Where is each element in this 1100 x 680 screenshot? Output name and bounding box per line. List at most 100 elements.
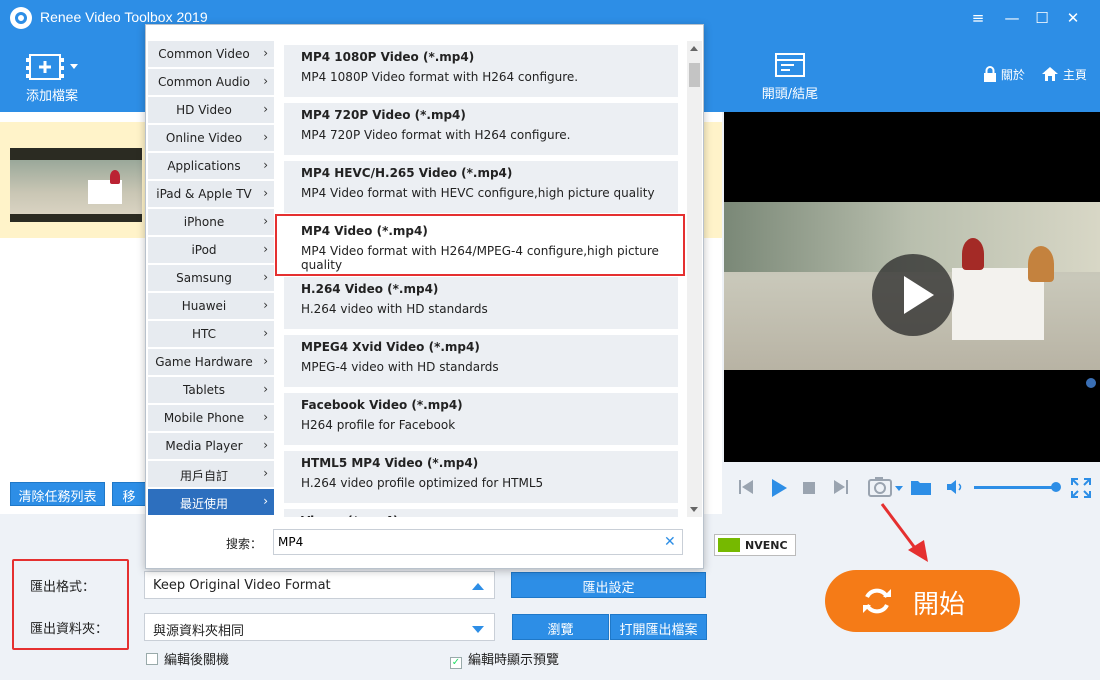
category-label: Applications — [167, 159, 241, 173]
category-item[interactable]: Common Audio › — [148, 69, 274, 96]
clear-search-icon[interactable]: ✕ — [664, 534, 676, 550]
format-item[interactable]: Vimeo (*.mp4) — [284, 509, 678, 517]
category-label: Common Audio — [158, 75, 250, 89]
lock-icon — [984, 66, 996, 82]
category-label: HD Video — [176, 103, 232, 117]
category-item[interactable]: iPod › — [148, 237, 274, 264]
category-label: Huawei — [181, 299, 227, 313]
category-item[interactable]: HTC › — [148, 321, 274, 348]
format-item[interactable]: H.264 Video (*.mp4) H.264 video with HD s… — [284, 277, 678, 329]
menu-icon[interactable]: ≡ — [968, 8, 988, 28]
volume-icon[interactable] — [946, 479, 966, 495]
folder-icon[interactable] — [910, 478, 932, 496]
add-file-label: 添加檔案 — [25, 89, 78, 104]
add-file-button[interactable]: 添加檔案 — [20, 52, 84, 104]
format-list: MP4 1080P Video (*.mp4) MP4 1080P Video f… — [274, 41, 684, 517]
volume-slider-handle[interactable] — [1051, 482, 1061, 492]
scroll-up-icon[interactable] — [690, 46, 698, 51]
category-label: 用戶自訂 — [179, 469, 228, 483]
category-label: iPad & Apple TV — [156, 187, 252, 201]
category-label: iPhone — [183, 215, 225, 229]
category-item[interactable]: Applications › — [148, 153, 274, 180]
category-item[interactable]: Online Video › — [148, 125, 274, 152]
show-preview-checkbox[interactable]: ✓ 編輯時顯示預覽 — [450, 649, 559, 669]
chevron-right-icon: › — [263, 382, 268, 396]
category-label: Mobile Phone — [163, 411, 245, 425]
output-folder-value: 與源資料夾相同 — [153, 624, 245, 639]
open-output-folder-button[interactable]: 打開匯出檔案 — [610, 614, 707, 640]
category-item[interactable]: Media Player › — [148, 433, 274, 460]
chevron-right-icon: › — [263, 242, 268, 256]
home-button[interactable]: 主頁 — [1041, 66, 1087, 83]
app-logo-icon — [10, 7, 32, 29]
shutdown-after-label: 編輯後關機 — [164, 653, 230, 668]
search-input[interactable] — [273, 529, 683, 555]
format-description: H264 profile for Facebook — [301, 418, 456, 432]
chevron-right-icon: › — [263, 466, 268, 480]
add-file-icon — [26, 54, 78, 80]
format-item[interactable]: MPEG4 Xvid Video (*.mp4) MPEG-4 video wit… — [284, 335, 678, 387]
chevron-right-icon: › — [263, 410, 268, 424]
category-item[interactable]: 最近使用 › — [148, 489, 274, 516]
scrollbar-thumb[interactable] — [689, 63, 700, 87]
shutdown-after-checkbox[interactable]: 編輯後關機 — [146, 649, 229, 668]
next-icon[interactable] — [833, 478, 849, 496]
volume-slider[interactable] — [974, 486, 1056, 489]
minimize-button[interactable]: — — [1002, 8, 1022, 28]
format-description: MP4 Video format with HEVC configure,hig… — [301, 186, 655, 200]
format-dropdown-popup: Common Video › Common Audio › HD Video › Onlin… — [145, 24, 704, 569]
chevron-right-icon: › — [263, 354, 268, 368]
category-item[interactable]: iPad & Apple TV › — [148, 181, 274, 208]
output-format-label: 匯出格式： — [30, 580, 96, 595]
format-scrollbar[interactable] — [687, 41, 702, 517]
category-item[interactable]: Common Video › — [148, 41, 274, 68]
format-title: MP4 HEVC/H.265 Video (*.mp4) — [301, 166, 513, 180]
category-label: Common Video — [158, 47, 250, 61]
home-label: 主頁 — [1062, 68, 1087, 82]
output-folder-select[interactable]: 與源資料夾相同 — [144, 613, 495, 641]
chevron-right-icon: › — [263, 494, 268, 508]
opening-ending-button[interactable]: 開頭/結尾 — [752, 52, 828, 102]
nvenc-badge: NVENC — [714, 534, 796, 556]
category-label: Tablets — [183, 383, 225, 397]
clear-task-list-button[interactable]: 清除任務列表 — [10, 482, 105, 506]
chevron-right-icon: › — [263, 438, 268, 452]
start-button[interactable]: 開始 — [825, 570, 1020, 632]
category-label: Game Hardware — [155, 355, 253, 369]
format-item[interactable]: MP4 HEVC/H.265 Video (*.mp4) MP4 Video fo… — [284, 161, 678, 213]
format-item[interactable]: Facebook Video (*.mp4) H264 profile for F… — [284, 393, 678, 445]
format-item[interactable]: MP4 720P Video (*.mp4) MP4 720P Video for… — [284, 103, 678, 155]
maximize-button[interactable]: ☐ — [1032, 8, 1052, 28]
category-item[interactable]: HD Video › — [148, 97, 274, 124]
remove-button[interactable]: 移 — [112, 482, 146, 506]
category-item[interactable]: Huawei › — [148, 293, 274, 320]
category-item[interactable]: Tablets › — [148, 377, 274, 404]
output-format-select[interactable]: Keep Original Video Format — [144, 571, 495, 599]
category-item[interactable]: Game Hardware › — [148, 349, 274, 376]
screenshot-camera-icon[interactable] — [867, 476, 905, 498]
fullscreen-icon[interactable] — [1070, 477, 1092, 499]
format-item[interactable]: HTML5 MP4 Video (*.mp4) H.264 video profi… — [284, 451, 678, 503]
category-item[interactable]: Samsung › — [148, 265, 274, 292]
app-title: Renee Video Toolbox 2019 — [40, 9, 208, 25]
category-label: Samsung — [176, 271, 232, 285]
category-item[interactable]: iPhone › — [148, 209, 274, 236]
checkbox-icon — [146, 653, 158, 665]
browse-button[interactable]: 瀏覽 — [512, 614, 609, 640]
category-item[interactable]: Mobile Phone › — [148, 405, 274, 432]
about-button[interactable]: 關於 — [983, 66, 1025, 83]
category-item[interactable]: 用戶自訂 › — [148, 461, 274, 488]
format-description: H.264 video profile optimized for HTML5 — [301, 476, 544, 490]
format-item[interactable]: MP4 1080P Video (*.mp4) MP4 1080P Video f… — [284, 45, 678, 97]
scroll-down-icon[interactable] — [690, 507, 698, 512]
search-label: 搜索： — [226, 537, 263, 551]
close-button[interactable]: ✕ — [1063, 8, 1083, 28]
previous-icon[interactable] — [738, 478, 754, 496]
export-settings-button[interactable]: 匯出設定 — [511, 572, 706, 598]
about-label: 關於 — [1000, 68, 1025, 82]
format-title: H.264 Video (*.mp4) — [301, 282, 439, 296]
play-overlay-icon[interactable] — [872, 254, 954, 336]
refresh-icon — [863, 588, 891, 614]
play-icon[interactable] — [770, 478, 788, 498]
stop-icon[interactable] — [803, 482, 815, 494]
